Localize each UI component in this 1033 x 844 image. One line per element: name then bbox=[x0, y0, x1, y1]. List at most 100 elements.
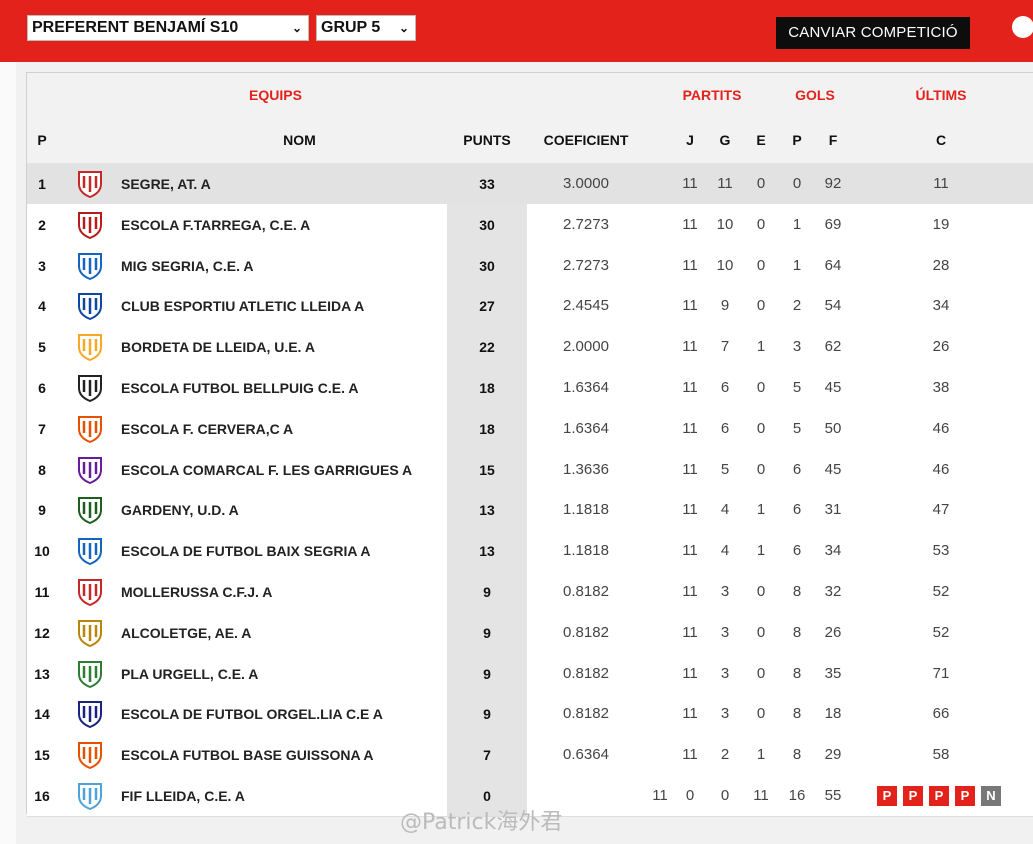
table-row[interactable]: 11 MOLLERUSSA C.F.J. A 9 0.8182 11 3 0 8 32 52 bbox=[27, 571, 1033, 613]
table-row[interactable]: 10 ESCOLA DE FUTBOL BAIX SEGRIA A 13 1.1818… bbox=[27, 530, 1033, 572]
stat-c-cell: 28 bbox=[932, 257, 950, 274]
stat-g-cell: 3 bbox=[720, 705, 730, 722]
partits-header: PARTITS bbox=[682, 87, 742, 103]
coefficient-cell: 0.6364 bbox=[563, 746, 609, 763]
team-logo bbox=[73, 163, 107, 204]
stat-p-cell: 5 bbox=[792, 420, 802, 437]
team-name[interactable]: ESCOLA F. CERVERA,C A bbox=[121, 408, 451, 449]
stat-c-cell: 11 bbox=[933, 175, 949, 192]
table-row[interactable]: 3 MIG SEGRIA, C.E. A 30 2.7273 11 10 0 1 64 28 bbox=[27, 245, 1033, 287]
shield-red-white-stripes-icon bbox=[76, 169, 104, 199]
stat-g-cell: 11 bbox=[717, 175, 733, 192]
table-row[interactable]: 8 ESCOLA COMARCAL F. LES GARRIGUES A 15 1.3… bbox=[27, 449, 1033, 491]
coefficient-cell: 0.8182 bbox=[563, 583, 609, 600]
team-logo bbox=[73, 530, 107, 571]
stat-c-cell: 26 bbox=[932, 338, 950, 355]
stat-p-cell: 0 bbox=[792, 175, 802, 192]
stat-e-cell: 0 bbox=[756, 257, 766, 274]
stat-f-cell: 34 bbox=[824, 542, 842, 559]
team-name[interactable]: ESCOLA FUTBOL BASE GUISSONA A bbox=[121, 734, 451, 775]
stat-e-cell: 1 bbox=[756, 542, 766, 559]
stat-j-cell: 11 bbox=[682, 257, 698, 274]
coefficient-cell: 0.8182 bbox=[563, 665, 609, 682]
team-logo bbox=[73, 204, 107, 245]
col-coefficient[interactable]: COEFICIENT bbox=[527, 117, 645, 163]
position-cell: 3 bbox=[38, 257, 46, 274]
team-name[interactable]: ALCOLETGE, AE. A bbox=[121, 612, 451, 653]
stat-e-cell: 0 bbox=[756, 420, 766, 437]
group-select-value: GRUP 5 bbox=[321, 19, 381, 36]
team-name[interactable]: CLUB ESPORTIU ATLETIC LLEIDA A bbox=[121, 285, 451, 326]
team-name[interactable]: ESCOLA DE FUTBOL ORGEL.LIA C.E A bbox=[121, 693, 451, 734]
stat-e-cell: 0 bbox=[756, 705, 766, 722]
points-cell: 18 bbox=[447, 408, 527, 449]
stat-e-cell: 1 bbox=[756, 501, 766, 518]
table-row[interactable]: 13 PLA URGELL, C.E. A 9 0.8182 11 3 0 8 35 71 bbox=[27, 653, 1033, 695]
col-points[interactable]: PUNTS bbox=[447, 117, 527, 163]
col-goals-against[interactable]: C bbox=[901, 117, 981, 163]
stat-e-cell: 0 bbox=[756, 379, 766, 396]
col-lost[interactable]: P bbox=[782, 117, 812, 163]
stat-f-cell: 18 bbox=[824, 705, 842, 722]
col-won[interactable]: G bbox=[710, 117, 740, 163]
team-name[interactable]: SEGRE, AT. A bbox=[121, 163, 451, 204]
stat-j-cell: 11 bbox=[682, 746, 698, 763]
crest-navy-red-icon bbox=[76, 699, 104, 729]
shield-green-blue-icon bbox=[76, 659, 104, 689]
team-name[interactable]: PLA URGELL, C.E. A bbox=[121, 653, 451, 694]
col-name[interactable]: NOM bbox=[117, 117, 482, 163]
top-bar: PREFERENT BENJAMÍ S10 ⌄ GRUP 5 ⌄ CANVIAR… bbox=[0, 0, 1033, 62]
position-cell: 12 bbox=[34, 624, 50, 641]
table-row[interactable]: 9 GARDENY, U.D. A 13 1.1818 11 4 1 6 31 47 bbox=[27, 489, 1033, 531]
table-row[interactable]: 12 ALCOLETGE, AE. A 9 0.8182 11 3 0 8 26 52 bbox=[27, 612, 1033, 654]
stat-j-cell: 11 bbox=[682, 216, 698, 233]
table-row[interactable]: 7 ESCOLA F. CERVERA,C A 18 1.6364 11 6 0 5 50 46 bbox=[27, 408, 1033, 450]
stat-p-cell: 8 bbox=[792, 583, 802, 600]
team-name[interactable]: MIG SEGRIA, C.E. A bbox=[121, 245, 451, 286]
stat-p-cell: 6 bbox=[792, 501, 802, 518]
table-row[interactable]: 1 SEGRE, AT. A 33 3.0000 11 11 0 0 92 11 bbox=[27, 163, 1033, 205]
coefficient-cell: 2.4545 bbox=[563, 297, 609, 314]
team-name[interactable]: GARDENY, U.D. A bbox=[121, 489, 451, 530]
stat-e-cell: 0 bbox=[756, 297, 766, 314]
ultims-header: ÚLTIMS bbox=[915, 87, 967, 103]
team-name[interactable]: ESCOLA F.TARREGA, C.E. A bbox=[121, 204, 451, 245]
position-cell: 14 bbox=[34, 705, 50, 722]
table-row[interactable]: 5 BORDETA DE LLEIDA, U.E. A 22 2.0000 11 7 1 3 6… bbox=[27, 326, 1033, 368]
stat-e-cell: 0 bbox=[756, 461, 766, 478]
chevron-down-icon: ⌄ bbox=[398, 21, 409, 35]
table-row[interactable]: 6 ESCOLA FUTBOL BELLPUIG C.E. A 18 1.6364 11… bbox=[27, 367, 1033, 409]
change-competition-button[interactable]: CANVIAR COMPETICIÓ bbox=[776, 17, 970, 49]
stat-g-cell: 6 bbox=[720, 379, 730, 396]
team-name[interactable]: ESCOLA COMARCAL F. LES GARRIGUES A bbox=[121, 449, 451, 490]
stat-g-cell: 4 bbox=[720, 501, 730, 518]
table-row[interactable]: 2 ESCOLA F.TARREGA, C.E. A 30 2.7273 11 10 0 1 6… bbox=[27, 204, 1033, 246]
coefficient-cell: 3.0000 bbox=[563, 175, 609, 192]
competition-select[interactable]: PREFERENT BENJAMÍ S10 ⌄ bbox=[27, 15, 309, 41]
shield-blue-yellow-icon bbox=[76, 536, 104, 566]
stat-c-cell: 66 bbox=[932, 705, 950, 722]
group-header-row: EQUIPS PARTITS GOLS ÚLTIMS bbox=[27, 73, 1033, 118]
stat-j-cell: 11 bbox=[682, 583, 698, 600]
table-row[interactable]: 15 ESCOLA FUTBOL BASE GUISSONA A 7 0.6364 11… bbox=[27, 734, 1033, 776]
team-logo bbox=[73, 653, 107, 694]
col-drawn[interactable]: E bbox=[746, 117, 776, 163]
group-select[interactable]: GRUP 5 ⌄ bbox=[316, 15, 416, 41]
table-row[interactable]: 14 ESCOLA DE FUTBOL ORGEL.LIA C.E A 9 0.818… bbox=[27, 693, 1033, 735]
col-position[interactable]: P bbox=[27, 117, 57, 163]
table-row[interactable]: 4 CLUB ESPORTIU ATLETIC LLEIDA A 27 2.4545 1… bbox=[27, 285, 1033, 327]
stat-j-cell: 11 bbox=[682, 338, 698, 355]
team-name[interactable]: ESCOLA FUTBOL BELLPUIG C.E. A bbox=[121, 367, 451, 408]
round-crest-purple-icon bbox=[76, 455, 104, 485]
toggle-circle[interactable] bbox=[1012, 16, 1033, 38]
col-goals-for[interactable]: F bbox=[818, 117, 848, 163]
stat-f-cell: 45 bbox=[824, 379, 842, 396]
shield-red-yellow-stripes-icon bbox=[76, 577, 104, 607]
stat-c-cell: 47 bbox=[932, 501, 950, 518]
team-name[interactable]: MOLLERUSSA C.F.J. A bbox=[121, 571, 451, 612]
col-played[interactable]: J bbox=[675, 117, 705, 163]
team-name[interactable]: ESCOLA DE FUTBOL BAIX SEGRIA A bbox=[121, 530, 451, 571]
stat-f-cell: 35 bbox=[824, 665, 842, 682]
points-cell: 7 bbox=[447, 734, 527, 775]
team-name[interactable]: BORDETA DE LLEIDA, U.E. A bbox=[121, 326, 451, 367]
